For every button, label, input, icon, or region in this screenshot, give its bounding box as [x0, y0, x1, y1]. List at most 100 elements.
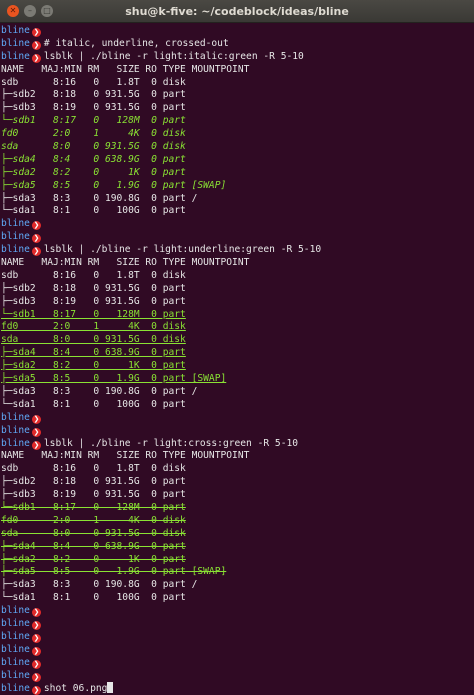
output-text: ├─sda3 8:3 0 190.8G 0 part / — [1, 385, 198, 397]
command-text: lsblk | ./bline -r light:italic:green -R… — [43, 50, 304, 62]
output-line: ├─sda5 8:5 0 1.9G 0 part [SWAP] — [1, 180, 474, 193]
output-line: ├─sda3 8:3 0 190.8G 0 part / — [1, 386, 474, 399]
output-line: ├─sda3 8:3 0 190.8G 0 part / — [1, 579, 474, 592]
prompt-arrow-icon: ❯ — [31, 608, 41, 618]
output-line: sdb 8:16 0 1.8T 0 disk — [1, 270, 474, 283]
output-line: └─sda1 8:1 0 100G 0 part — [1, 399, 474, 412]
output-line: └─sda1 8:1 0 100G 0 part — [1, 592, 474, 605]
output-line: fd0 2:0 1 4K 0 disk — [1, 128, 474, 141]
prompt-arrow-icon: ❯ — [31, 53, 41, 63]
output-text: ├─sda2 8:2 0 1K 0 part — [1, 166, 186, 178]
output-line: └─sda1 8:1 0 100G 0 part — [1, 205, 474, 218]
output-line: ├─sdb3 8:19 0 931.5G 0 part — [1, 102, 474, 115]
prompt-arrow-icon: ❯ — [31, 686, 41, 695]
command-text: lsblk | ./bline -r light:underline:green… — [43, 244, 322, 256]
prompt-line: bline ❯ shot 06.png — [1, 682, 474, 695]
output-text: ├─sda4 8:4 0 638.9G 0 part — [1, 153, 186, 165]
window-title: shu@k-five: ~/codeblock/ideas/bline — [125, 4, 349, 18]
output-line: sda 8:0 0 931.5G 0 disk — [1, 141, 474, 154]
prompt-line: bline ❯ — [1, 618, 474, 631]
prompt-line: bline ❯ — [1, 670, 474, 683]
output-text: sda 8:0 0 931.5G 0 disk — [1, 334, 186, 346]
title-bar[interactable]: ✕ – □ shu@k-five: ~/codeblock/ideas/blin… — [0, 0, 474, 23]
output-line: ├─sdb2 8:18 0 931.5G 0 part — [1, 476, 474, 489]
prompt-name: bline — [1, 50, 30, 62]
close-button[interactable]: ✕ — [7, 5, 19, 17]
prompt-name: bline — [1, 643, 30, 655]
prompt-line: bline ❯ — [1, 644, 474, 657]
output-line: NAME MAJ:MIN RM SIZE RO TYPE MOUNTPOINT — [1, 257, 474, 270]
text-cursor — [107, 682, 114, 694]
prompt-line: bline ❯ — [1, 425, 474, 438]
output-line: ├─sda4 8:4 0 638.9G 0 part — [1, 154, 474, 167]
prompt-arrow-icon: ❯ — [31, 234, 41, 244]
output-line: └─sdb1 8:17 0 128M 0 part — [1, 309, 474, 322]
prompt-name: bline — [1, 669, 30, 681]
output-text: ├─sda4 8:4 0 638.9G 0 part — [1, 540, 186, 552]
output-line: ├─sdb2 8:18 0 931.5G 0 part — [1, 283, 474, 296]
output-text: ├─sda5 8:5 0 1.9G 0 part [SWAP] — [1, 179, 227, 191]
prompt-arrow-icon: ❯ — [31, 633, 41, 643]
output-text: fd0 2:0 1 4K 0 disk — [1, 321, 186, 333]
output-text: fd0 2:0 1 4K 0 disk — [1, 514, 186, 526]
prompt-arrow-icon: ❯ — [31, 646, 41, 656]
window-controls: ✕ – □ — [0, 5, 53, 17]
terminal-window: ✕ – □ shu@k-five: ~/codeblock/ideas/blin… — [0, 0, 474, 695]
prompt-name: bline — [1, 218, 30, 230]
prompt-arrow-icon: ❯ — [31, 221, 41, 231]
prompt-name: bline — [1, 25, 30, 36]
output-text: ├─sda3 8:3 0 190.8G 0 part / — [1, 192, 198, 204]
output-line: sdb 8:16 0 1.8T 0 disk — [1, 77, 474, 90]
prompt-name: bline — [1, 37, 30, 49]
command-text: lsblk | ./bline -r light:cross:green -R … — [43, 437, 299, 449]
minimize-button[interactable]: – — [24, 5, 36, 17]
output-text: └─sdb1 8:17 0 128M 0 part — [1, 501, 186, 513]
output-line: fd0 2:0 1 4K 0 disk — [1, 515, 474, 528]
output-text: sdb 8:16 0 1.8T 0 disk — [1, 463, 186, 475]
prompt-name: bline — [1, 424, 30, 436]
output-line: └─sdb1 8:17 0 128M 0 part — [1, 502, 474, 515]
prompt-arrow-icon: ❯ — [31, 414, 41, 424]
output-text: sdb 8:16 0 1.8T 0 disk — [1, 76, 186, 88]
prompt-name: bline — [1, 231, 30, 243]
output-line: fd0 2:0 1 4K 0 disk — [1, 321, 474, 334]
output-line: ├─sda4 8:4 0 638.9G 0 part — [1, 347, 474, 360]
output-line: ├─sdb3 8:19 0 931.5G 0 part — [1, 489, 474, 502]
prompt-line: bline ❯ — [1, 657, 474, 670]
output-text: ├─sdb3 8:19 0 931.5G 0 part — [1, 295, 186, 307]
prompt-line: bline ❯ — [1, 231, 474, 244]
output-line: ├─sda2 8:2 0 1K 0 part — [1, 167, 474, 180]
prompt-arrow-icon: ❯ — [31, 28, 41, 37]
prompt-name: bline — [1, 605, 30, 617]
prompt-line: bline ❯ — [1, 25, 474, 38]
prompt-line: bline ❯ — [1, 605, 474, 618]
prompt-line: bline ❯ lsblk | ./bline -r light:italic:gr… — [1, 51, 474, 64]
prompt-arrow-icon: ❯ — [31, 40, 41, 50]
output-line: ├─sda2 8:2 0 1K 0 part — [1, 554, 474, 567]
output-text: ├─sda2 8:2 0 1K 0 part — [1, 360, 186, 372]
output-line: └─sdb1 8:17 0 128M 0 part — [1, 115, 474, 128]
prompt-name: bline — [1, 244, 30, 256]
output-line: ├─sda5 8:5 0 1.9G 0 part [SWAP] — [1, 566, 474, 579]
prompt-line: bline ❯ — [1, 412, 474, 425]
prompt-line: bline ❯ — [1, 631, 474, 644]
output-text: ├─sda2 8:2 0 1K 0 part — [1, 553, 186, 565]
output-text: NAME MAJ:MIN RM SIZE RO TYPE MOUNTPOINT — [1, 450, 250, 462]
output-text: ├─sda5 8:5 0 1.9G 0 part [SWAP] — [1, 566, 227, 578]
prompt-arrow-icon: ❯ — [31, 620, 41, 630]
prompt-arrow-icon: ❯ — [31, 247, 41, 257]
output-text: NAME MAJ:MIN RM SIZE RO TYPE MOUNTPOINT — [1, 257, 250, 269]
prompt-arrow-icon: ❯ — [31, 440, 41, 450]
output-text: ├─sda5 8:5 0 1.9G 0 part [SWAP] — [1, 373, 227, 385]
output-text: └─sda1 8:1 0 100G 0 part — [1, 205, 186, 217]
output-line: ├─sda3 8:3 0 190.8G 0 part / — [1, 193, 474, 206]
terminal-output[interactable]: bline ❯ bline ❯ # italic, underline, crossed… — [0, 23, 474, 695]
output-line: ├─sdb2 8:18 0 931.5G 0 part — [1, 89, 474, 102]
prompt-name: bline — [1, 411, 30, 423]
prompt-name: bline — [1, 683, 30, 695]
output-line: ├─sdb3 8:19 0 931.5G 0 part — [1, 296, 474, 309]
prompt-name: bline — [1, 630, 30, 642]
output-line: ├─sda2 8:2 0 1K 0 part — [1, 360, 474, 373]
prompt-arrow-icon: ❯ — [31, 672, 41, 682]
maximize-button[interactable]: □ — [41, 5, 53, 17]
